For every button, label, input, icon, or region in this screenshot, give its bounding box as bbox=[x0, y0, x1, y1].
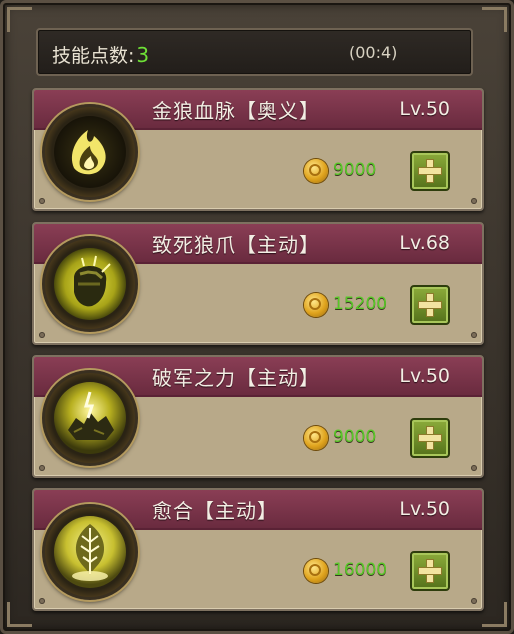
gold-coin-icon bbox=[304, 559, 328, 583]
skill-points-header: 技能点数: 3 (00:4) bbox=[36, 28, 473, 76]
upgrade-skill-button[interactable] bbox=[410, 551, 450, 591]
skill-name: 破军之力【主动】 bbox=[152, 366, 320, 390]
upgrade-cost: 15200 bbox=[333, 294, 388, 314]
skill-icon-frame[interactable] bbox=[42, 370, 138, 466]
upgrade-cost: 9000 bbox=[333, 160, 377, 180]
skill-name: 致死狼爪【主动】 bbox=[152, 233, 320, 257]
skill-points-timer: (00:4) bbox=[349, 43, 398, 62]
upgrade-skill-button[interactable] bbox=[410, 151, 450, 191]
skill-points-label: 技能点数: 3 bbox=[52, 41, 149, 68]
gold-coin-icon bbox=[304, 159, 328, 183]
shattered-rock-icon bbox=[54, 382, 126, 454]
skill-points-value: 3 bbox=[136, 43, 150, 67]
skill-name: 愈合【主动】 bbox=[152, 499, 278, 523]
skill-level: Lv.50 bbox=[399, 98, 450, 120]
upgrade-cost: 16000 bbox=[333, 560, 388, 580]
healing-leaf-icon bbox=[54, 516, 126, 588]
skill-name: 金狼血脉【奥义】 bbox=[152, 99, 320, 123]
rivet bbox=[39, 598, 45, 604]
gold-coin-icon bbox=[304, 426, 328, 450]
rivet bbox=[39, 465, 45, 471]
upgrade-skill-button[interactable] bbox=[410, 285, 450, 325]
upgrade-cost: 9000 bbox=[333, 427, 377, 447]
frame-corner bbox=[482, 7, 507, 32]
rivet bbox=[471, 332, 477, 338]
clenched-claw-icon bbox=[54, 248, 126, 320]
frame-corner bbox=[7, 602, 32, 627]
rivet bbox=[471, 598, 477, 604]
frame-corner bbox=[7, 7, 32, 32]
skill-level: Lv.68 bbox=[399, 232, 450, 254]
rivet bbox=[39, 332, 45, 338]
frame-corner bbox=[482, 602, 507, 627]
skill-icon-frame[interactable] bbox=[42, 104, 138, 200]
skill-points-label-text: 技能点数: bbox=[52, 45, 135, 67]
rivet bbox=[471, 465, 477, 471]
skill-icon-frame[interactable] bbox=[42, 504, 138, 600]
golden-flame-icon bbox=[54, 116, 126, 188]
rivet bbox=[471, 198, 477, 204]
rivet bbox=[39, 198, 45, 204]
skill-icon-frame[interactable] bbox=[42, 236, 138, 332]
upgrade-skill-button[interactable] bbox=[410, 418, 450, 458]
skill-level: Lv.50 bbox=[399, 498, 450, 520]
gold-coin-icon bbox=[304, 293, 328, 317]
skill-level: Lv.50 bbox=[399, 365, 450, 387]
